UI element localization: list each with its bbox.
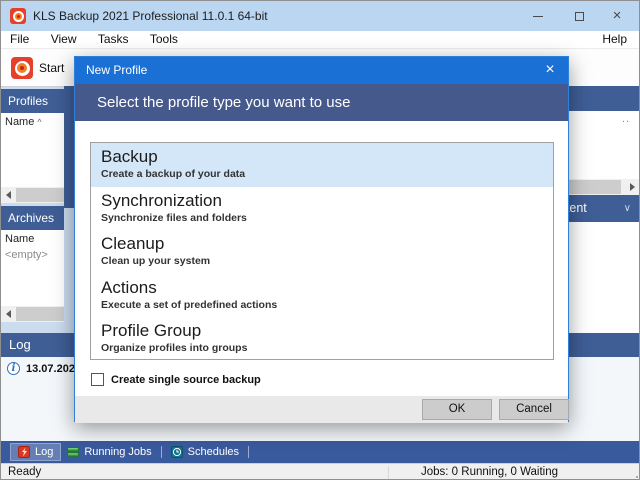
archives-name-column-header[interactable]: Name [1,230,64,245]
app-window: KLS Backup 2021 Professional 11.0.1 64-b… [0,0,640,480]
tab-log[interactable]: Log [11,444,60,460]
item-title: Cleanup [101,233,553,255]
sort-ascending-icon: ^ [37,117,41,127]
window-title: KLS Backup 2021 Professional 11.0.1 64-b… [33,1,268,31]
dialog-close-button[interactable]: × [536,57,564,84]
archives-list[interactable]: Name <empty> [1,230,64,306]
list-item-actions[interactable]: Actions Execute a set of predefined acti… [91,274,553,318]
menu-file[interactable]: File [1,31,38,48]
tab-separator [248,446,249,458]
single-source-checkbox-row[interactable]: Create single source backup [91,373,261,386]
panel-splitter[interactable] [64,208,74,333]
ok-button[interactable]: OK [422,399,492,420]
menu-bar: File View Tasks Tools Help [1,31,639,48]
profiles-panel-header: Profiles [1,89,64,113]
dialog-title: New Profile [86,57,147,84]
panel-splitter[interactable] [64,111,74,208]
start-label: Start [39,61,64,75]
list-item-cleanup[interactable]: Cleanup Clean up your system [91,230,553,274]
list-item-profile-group[interactable]: Profile Group Organize profiles into gro… [91,317,553,360]
item-description: Organize profiles into groups [101,342,553,355]
archives-horizontal-scrollbar[interactable] [1,306,64,322]
profiles-horizontal-scrollbar[interactable] [1,187,64,203]
running-jobs-icon [67,446,79,458]
schedules-icon [171,446,183,458]
app-logo-icon [10,8,26,24]
scrollbar-thumb[interactable] [16,188,64,202]
minimize-button[interactable] [525,1,551,31]
item-description: Clean up your system [101,255,553,268]
item-description: Create a backup of your data [101,168,553,181]
tab-running-jobs[interactable]: Running Jobs [60,444,158,460]
list-item-synchronization[interactable]: Synchronization Synchronize files and fo… [91,187,553,231]
status-separator [388,466,389,479]
bottom-tab-strip: Log Running Jobs Schedules [1,441,640,463]
chevron-down-icon[interactable]: ∨ [624,195,631,222]
log-entry-date: 13.07.2022 [26,363,81,375]
start-icon [11,57,33,79]
jobs-status-text: Jobs: 0 Running, 0 Waiting [421,464,558,480]
archives-empty-text: <empty> [1,245,64,261]
scroll-right-button[interactable] [625,179,640,195]
close-button[interactable]: × [604,1,630,31]
list-item-backup[interactable]: Backup Create a backup of your data [91,143,553,187]
log-tab-icon [18,446,30,458]
resize-grip-icon[interactable] [636,476,638,478]
tab-schedules[interactable]: Schedules [164,444,246,460]
start-button[interactable]: Start [3,52,72,84]
item-title: Synchronization [101,190,553,212]
dialog-header-band: Select the profile type you want to use [75,84,568,121]
dialog-title-bar: New Profile × [75,57,568,84]
scroll-left-button[interactable] [1,306,16,322]
cancel-button[interactable]: Cancel [499,399,569,420]
checkbox-unchecked-icon[interactable] [91,373,104,386]
dialog-header-text: Select the profile type you want to use [97,84,350,121]
scroll-left-button[interactable] [1,187,16,203]
tab-log-label: Log [35,446,53,458]
profiles-name-column-header[interactable]: Name ^ [1,113,64,128]
item-description: Synchronize files and folders [101,212,553,225]
arrow-right-icon [630,183,635,191]
log-entry-row[interactable]: i 13.07.2022 [7,362,81,375]
arrow-left-icon [6,310,11,318]
profiles-panel-title: Profiles [8,94,48,108]
menu-tasks[interactable]: Tasks [89,31,138,48]
arrow-left-icon [6,191,11,199]
dialog-button-bar: OK Cancel [75,396,568,423]
menu-help[interactable]: Help [596,31,633,48]
archives-panel-header: Archives [1,206,64,230]
checkbox-label: Create single source backup [111,374,261,386]
tab-separator [161,446,162,458]
archives-panel-title: Archives [8,211,54,225]
profiles-list[interactable]: Name ^ [1,113,64,187]
overflow-icon: .. [622,113,630,125]
item-title: Profile Group [101,320,553,342]
log-panel-title: Log [9,337,31,352]
menu-view[interactable]: View [42,31,86,48]
item-title: Actions [101,277,553,299]
status-bar: Ready Jobs: 0 Running, 0 Waiting [1,463,640,480]
scrollbar-thumb[interactable] [16,307,64,321]
tab-running-jobs-label: Running Jobs [84,446,151,458]
item-description: Execute a set of predefined actions [101,299,553,312]
menu-tools[interactable]: Tools [141,31,187,48]
profile-type-list: Backup Create a backup of your data Sync… [90,142,554,360]
new-profile-dialog: New Profile × Select the profile type yo… [74,56,569,422]
status-text: Ready [8,464,41,480]
tab-schedules-label: Schedules [188,446,239,458]
title-bar: KLS Backup 2021 Professional 11.0.1 64-b… [1,1,639,31]
item-title: Backup [101,146,553,168]
maximize-button[interactable] [566,1,592,31]
info-icon: i [7,362,20,375]
